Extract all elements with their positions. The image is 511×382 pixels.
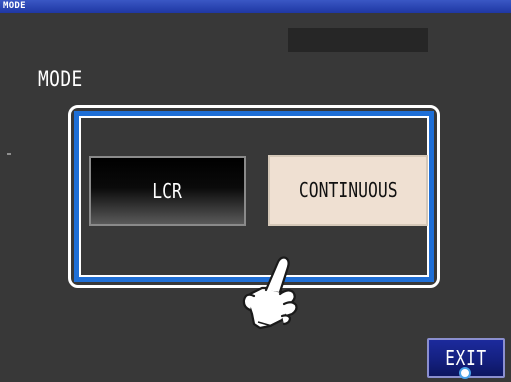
mode-section-label: MODE	[38, 67, 83, 91]
window-title: MODE	[0, 0, 511, 13]
continuous-mode-button[interactable]: CONTINUOUS	[268, 155, 428, 226]
status-display	[288, 28, 428, 52]
hand-pointer-icon	[242, 256, 298, 330]
instrument-screen: MODE MODE LCR CONTINUOUS EXIT	[0, 0, 511, 382]
edge-marker	[7, 153, 11, 155]
touch-indicator-icon	[459, 367, 471, 379]
continuous-mode-label: CONTINUOUS	[298, 178, 398, 202]
lcr-mode-button[interactable]: LCR	[89, 156, 246, 226]
lcr-mode-label: LCR	[152, 179, 183, 203]
